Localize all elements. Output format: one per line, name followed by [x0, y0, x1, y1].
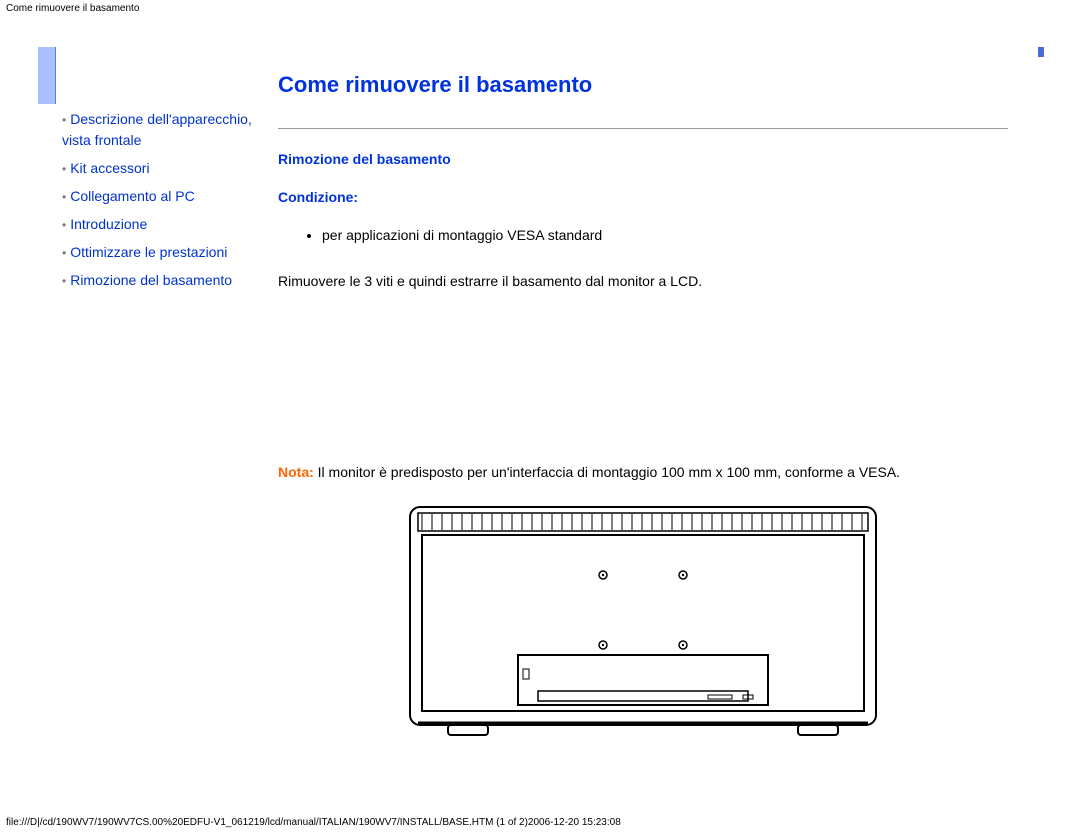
section-title: Rimozione del basamento — [278, 151, 1008, 167]
decorative-bar — [38, 47, 56, 104]
note-paragraph: Nota: Il monitor è predisposto per un'in… — [278, 462, 1008, 483]
sidebar-nav: •Descrizione dell'apparecchio, vista fro… — [62, 109, 262, 298]
vesa-illustration — [408, 505, 878, 740]
sidebar-link[interactable]: Introduzione — [70, 216, 147, 232]
bullet-icon: • — [62, 162, 66, 176]
condition-label: Condizione: — [278, 189, 1008, 205]
sidebar-link[interactable]: Rimozione del basamento — [70, 272, 232, 288]
bullet-icon: • — [62, 246, 66, 260]
page-title: Come rimuovere il basamento — [278, 72, 1008, 98]
decorative-strip — [1038, 47, 1044, 57]
sidebar-item-optimize[interactable]: • Ottimizzare le prestazioni — [62, 242, 262, 263]
sidebar-item-description[interactable]: •Descrizione dell'apparecchio, vista fro… — [62, 109, 262, 151]
footer-path: file:///D|/cd/190WV7/190WV7CS.00%20EDFU-… — [6, 817, 621, 828]
sidebar-item-remove-base[interactable]: • Rimozione del basamento — [62, 270, 262, 291]
sidebar-link[interactable]: Ottimizzare le prestazioni — [70, 244, 227, 260]
condition-bullet: per applicazioni di montaggio VESA stand… — [322, 227, 1008, 243]
bullet-icon: • — [62, 218, 66, 232]
sidebar-link[interactable]: Kit accessori — [70, 160, 149, 176]
note-label: Nota: — [278, 464, 314, 480]
bullet-icon: • — [62, 190, 66, 204]
condition-list: per applicazioni di montaggio VESA stand… — [308, 227, 1008, 243]
sidebar-link[interactable]: Collegamento al PC — [70, 188, 195, 204]
divider — [278, 128, 1008, 129]
sidebar-link[interactable]: Descrizione dell'apparecchio, vista fron… — [62, 111, 252, 148]
bullet-icon: • — [62, 274, 66, 288]
sidebar-item-intro[interactable]: • Introduzione — [62, 214, 262, 235]
sidebar-item-kit[interactable]: • Kit accessori — [62, 158, 262, 179]
main-content: Come rimuovere il basamento Rimozione de… — [278, 72, 1008, 740]
step-text: Rimuovere le 3 viti e quindi estrarre il… — [278, 271, 1008, 292]
bullet-icon: • — [62, 113, 66, 127]
header-path: Come rimuovere il basamento — [0, 0, 1080, 17]
monitor-back-icon — [408, 505, 878, 740]
sidebar-item-connection[interactable]: • Collegamento al PC — [62, 186, 262, 207]
note-text: Il monitor è predisposto per un'interfac… — [314, 464, 900, 480]
